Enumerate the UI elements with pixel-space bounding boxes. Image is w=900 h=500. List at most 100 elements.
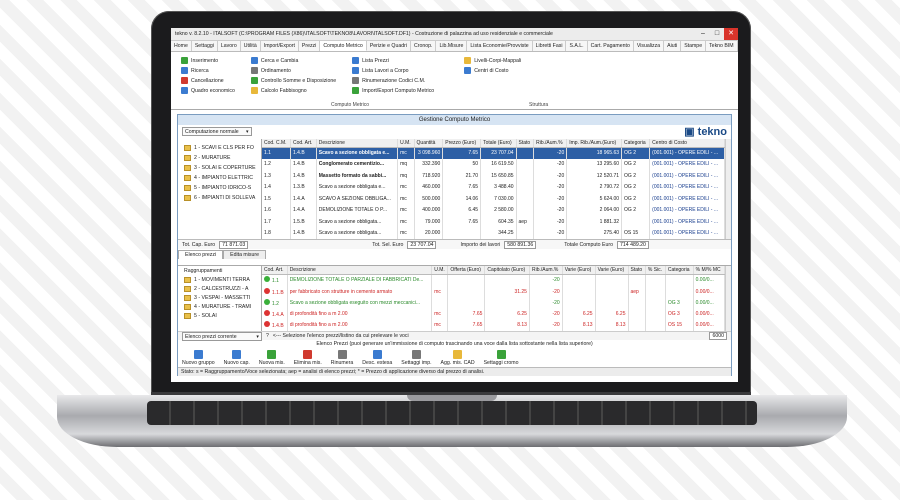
menu-stampe[interactable]: Stampe: [681, 41, 707, 51]
cad-measure-button[interactable]: Agg. mis. CAD: [441, 350, 475, 366]
close-button[interactable]: ✕: [724, 28, 738, 40]
column-header[interactable]: Categoria: [621, 139, 651, 148]
column-header[interactable]: Stato: [628, 266, 646, 275]
column-header[interactable]: % Sic.: [645, 266, 666, 275]
ribbon-cancellazione[interactable]: Cancellazione: [181, 77, 235, 84]
menu-import-export[interactable]: Import/Export: [261, 41, 299, 51]
tree-item[interactable]: 1 - MOVIMENTI TERRA: [184, 277, 261, 283]
table-row[interactable]: 1.4.B di profondità fino a m 2.00 mc 7.65 8.…: [262, 319, 726, 331]
ribbon-lista-lavori[interactable]: Lista Lavori a Corpo: [352, 67, 434, 74]
tree-item[interactable]: 5 - SOLAI: [184, 313, 261, 319]
menu-lista-economie[interactable]: Lista Economie/Provviste: [467, 41, 533, 51]
column-header[interactable]: Totale (Euro): [480, 139, 517, 148]
import-settings-button[interactable]: Settaggi imp.: [401, 350, 432, 366]
menu-home[interactable]: Home: [171, 41, 192, 51]
column-header[interactable]: Rib./Aum.%: [533, 139, 568, 148]
table-row[interactable]: 1.1 1.4.B Scavo a sezione obbligata e... mc…: [262, 147, 725, 159]
menu-cart-pagamento[interactable]: Cart. Pagamento: [588, 41, 634, 51]
column-header[interactable]: Prezzo (Euro): [442, 139, 482, 148]
column-header[interactable]: % M/% MC: [693, 266, 726, 275]
menu-lavoro[interactable]: Lavoro: [218, 41, 241, 51]
tree-item[interactable]: 4 - IMPIANTO ELETTRIC: [184, 175, 261, 181]
table-row[interactable]: 1.8 1.4.B Scavo a sezione obbligata... mc 20…: [262, 227, 725, 239]
column-header[interactable]: Cod. C.M.: [262, 139, 291, 148]
column-header[interactable]: Rib./Aum.%: [529, 266, 563, 275]
help-icon[interactable]: ?: [266, 333, 269, 339]
column-header[interactable]: Categoria: [665, 266, 694, 275]
menu-lib-misure[interactable]: Lib.Misure: [436, 41, 468, 51]
ribbon-livelli[interactable]: Livelli-Corpi-Mappali: [464, 57, 521, 64]
tree-item[interactable]: 4 - MURATURE - TRAMI: [184, 304, 261, 310]
menu-tekno-bim[interactable]: Tekno BIM: [706, 41, 738, 51]
column-header[interactable]: U.M.: [397, 139, 415, 148]
new-measure-button[interactable]: Nuova mis.: [259, 350, 285, 366]
ribbon-calcolo-fabbisogno[interactable]: Calcolo Fabbisogno: [250, 87, 336, 94]
menu-prezzi[interactable]: Prezzi: [299, 41, 321, 51]
ribbon-lista-prezzi[interactable]: Lista Prezzi: [352, 57, 434, 64]
tree-item[interactable]: 6 - IMPIANTI DI SOLLEVA: [184, 195, 261, 201]
column-header[interactable]: Capitolato (Euro): [484, 266, 530, 275]
tree-item[interactable]: 2 - CALCESTRUZZI - A: [184, 286, 261, 292]
table-row[interactable]: 1.2 Scavo a sezione obbligata eseguito co…: [262, 297, 726, 309]
tree-item[interactable]: 3 - SOLAI E COPERTURE: [184, 165, 261, 171]
table-row[interactable]: 1.4 1.3.B Scavo a sezione obbligata e... mc…: [262, 181, 725, 193]
ribbon-inserimento[interactable]: Inserimento: [181, 57, 235, 64]
table-row[interactable]: 1.6 1.4.A DEMOLIZIONE TOTALE O P... mc 400.0…: [262, 204, 725, 216]
ribbon-centri-costo[interactable]: Centri di Costo: [464, 67, 521, 74]
column-header[interactable]: Varie (Euro): [595, 266, 629, 275]
column-header[interactable]: Centro di Costo: [649, 139, 725, 148]
table-row[interactable]: 1.1 DEMOLIZIONE TOTALE O PARZIALE DI FABB…: [262, 274, 726, 286]
ribbon-quadro-economico[interactable]: Quadro economico: [181, 87, 235, 94]
column-header[interactable]: Offerta (Euro): [447, 266, 486, 275]
table-row[interactable]: 1.5 1.4.A SCAVO A SEZIONE OBBLIGA... mc 500.…: [262, 193, 725, 205]
menu-cronop[interactable]: Cronop.: [411, 41, 437, 51]
column-header[interactable]: Varie (Euro): [562, 266, 596, 275]
column-header[interactable]: Cod. Art.: [262, 266, 288, 275]
menu-utilita[interactable]: Utilità: [241, 41, 261, 51]
table-row[interactable]: 1.1.B per fabbricato con strutture in cem…: [262, 285, 726, 298]
table-row[interactable]: 1.3 1.4.B Massetto formato da sabbi... mq 71…: [262, 170, 725, 182]
column-header[interactable]: Descrizione: [316, 139, 399, 148]
ribbon-controllo-somme[interactable]: Controllo Somme e Disposizione: [250, 77, 336, 84]
tree-item[interactable]: 2 - MURATURE: [184, 155, 261, 161]
delete-measure-button[interactable]: Elimina mis.: [294, 350, 322, 366]
table-row[interactable]: 1.4.A di profondità fino a m 2.00 mc 7.65 6.…: [262, 308, 726, 320]
table-row[interactable]: 1.7 1.5.B Scavo a sezione obbligata... mc 79…: [262, 216, 725, 228]
menu-settaggi[interactable]: Settaggi: [192, 41, 218, 51]
tab-edita-misure[interactable]: Edita misure: [223, 250, 266, 259]
tree-item[interactable]: 5 - IMPIANTO IDRICO-S: [184, 185, 261, 191]
column-header[interactable]: Cod. Art.: [290, 139, 317, 148]
menu-perizie[interactable]: Perizie e Quadri: [367, 41, 412, 51]
renumber-button[interactable]: Rinumera: [331, 350, 353, 366]
ribbon-ordinamento[interactable]: Ordinamento: [250, 67, 336, 74]
ribbon-ricerca[interactable]: Ricerca: [181, 67, 235, 74]
menu-aiuti[interactable]: Aiuti: [664, 41, 682, 51]
ribbon-import-export[interactable]: Import/Export Computo Metrico: [352, 87, 434, 94]
column-header[interactable]: U.M.: [431, 266, 449, 275]
column-header[interactable]: Stato: [516, 139, 535, 148]
maximize-button[interactable]: □: [710, 28, 724, 40]
menu-sal[interactable]: S.A.L.: [566, 41, 588, 51]
tree-item[interactable]: 3 - VESPAI - MASSETTI: [184, 295, 261, 301]
menu-visualizza[interactable]: Visualizza: [634, 41, 665, 51]
vertical-scrollbar[interactable]: [725, 266, 731, 331]
new-group-button[interactable]: Nuovo gruppo: [182, 350, 215, 366]
extended-description-button[interactable]: Desc. estesa: [362, 350, 392, 366]
table-cell: 6.45: [442, 204, 482, 216]
tab-elenco-prezzi[interactable]: Elenco prezzi: [178, 250, 224, 259]
vertical-scrollbar[interactable]: [725, 139, 731, 239]
menu-computo-metrico[interactable]: Computo Metrico: [320, 41, 367, 51]
new-chapter-button[interactable]: Nuovo cap.: [224, 350, 250, 366]
minimize-button[interactable]: –: [696, 28, 710, 40]
ribbon-rinumerazione[interactable]: Rinumerazione Codici C.M.: [352, 77, 434, 84]
column-header[interactable]: Imp. Rib./Aum.(Euro): [566, 139, 623, 148]
tree-item[interactable]: 1 - SCAVI E CLS PER FO: [184, 145, 261, 151]
computation-mode-select[interactable]: Computazione normale: [182, 126, 252, 136]
column-header[interactable]: Descrizione: [287, 266, 433, 275]
zoom-field[interactable]: 6000: [709, 332, 727, 340]
ribbon-cerca-cambia[interactable]: Cerca e Cambia: [250, 57, 336, 64]
table-row[interactable]: 1.2 1.4.B Conglomerato cementizio... mq 332.…: [262, 158, 725, 170]
color-settings-button[interactable]: Settaggi cromo: [484, 350, 518, 366]
column-header[interactable]: Quantità: [414, 139, 444, 148]
menu-libretti[interactable]: Libretti Fasi: [533, 41, 567, 51]
